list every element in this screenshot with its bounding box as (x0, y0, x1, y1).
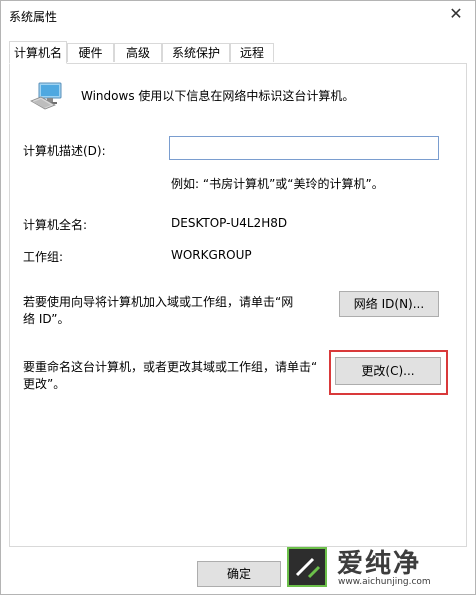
description-input[interactable] (169, 136, 439, 160)
watermark-logo: 爱纯净 www.aichunjing.com (283, 541, 473, 593)
watermark-title: 爱纯净 (337, 549, 422, 579)
tab-computer-name[interactable]: 计算机名 (9, 41, 67, 64)
fullname-label: 计算机全名: (23, 218, 88, 232)
workgroup-label: 工作组: (23, 250, 64, 264)
system-properties-dialog: 系统属性 ✕ 计算机名 硬件 高级 系统保护 远程 Windows 使用以下信息… (0, 0, 476, 595)
network-id-text-line1: 若要使用向导将计算机加入域或工作组，请单击“网 (23, 295, 294, 309)
ok-button[interactable]: 确定 (197, 561, 281, 587)
network-id-button[interactable]: 网络 ID(N)... (339, 291, 439, 317)
workgroup-value: WORKGROUP (171, 248, 252, 262)
close-icon[interactable]: ✕ (445, 3, 467, 25)
title-bar: 系统属性 ✕ (1, 1, 475, 31)
network-id-text-line2: 络 ID”。 (23, 312, 70, 326)
fullname-value: DESKTOP-U4L2H8D (171, 216, 288, 230)
watermark-url: www.aichunjing.com (338, 577, 431, 587)
window-title: 系统属性 (9, 10, 58, 24)
tab-advanced[interactable]: 高级 (114, 43, 162, 62)
tab-hardware[interactable]: 硬件 (67, 43, 114, 62)
description-label: 计算机描述(D): (23, 144, 106, 158)
computer-icon (30, 82, 62, 110)
rename-text-line2: 更改”。 (23, 377, 66, 391)
intro-text: Windows 使用以下信息在网络中标识这台计算机。 (81, 89, 355, 103)
tab-strip: 计算机名 硬件 高级 系统保护 远程 (9, 41, 469, 64)
description-example: 例如: “书房计算机”或“美玲的计算机”。 (171, 177, 384, 191)
logo-icon (287, 547, 327, 587)
change-button[interactable]: 更改(C)... (335, 357, 441, 385)
tab-remote[interactable]: 远程 (230, 43, 274, 62)
rename-text-line1: 要重命名这台计算机，或者更改其域或工作组，请单击“ (23, 360, 318, 374)
tab-system-protection[interactable]: 系统保护 (162, 43, 230, 62)
